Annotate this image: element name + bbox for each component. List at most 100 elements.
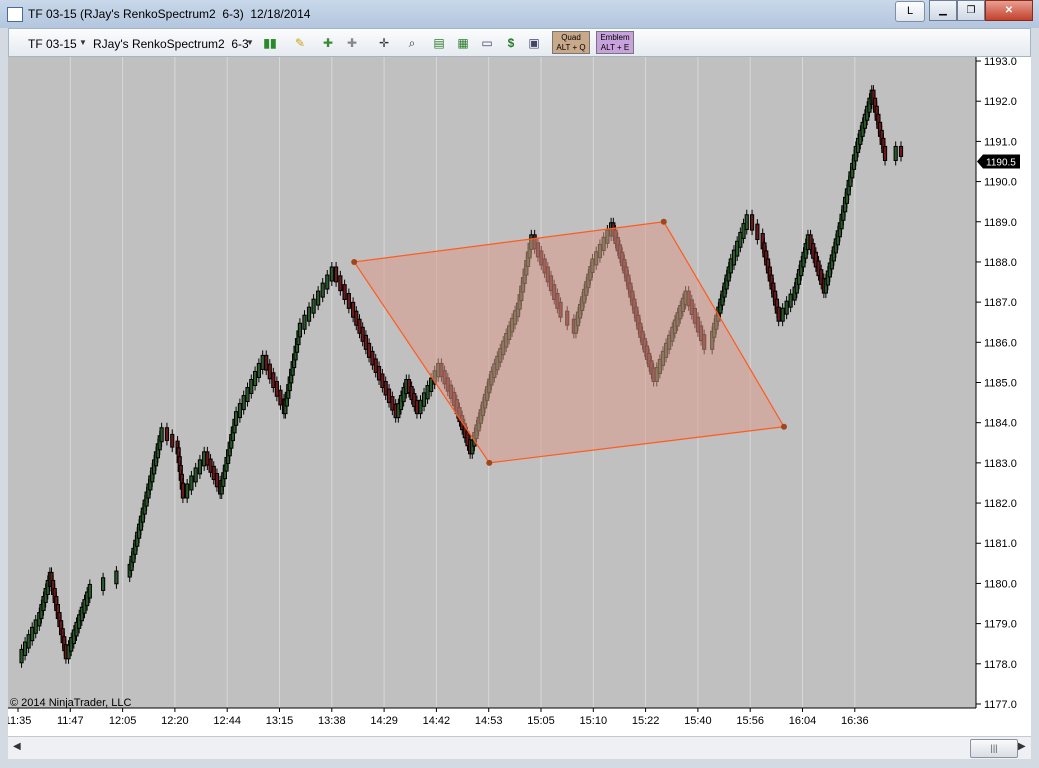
bar-up <box>306 306 312 322</box>
bar-up <box>245 387 250 403</box>
x-tick-label: 11:35 <box>8 715 31 727</box>
emblem-button[interactable]: Emblem ALT + E <box>596 31 634 54</box>
bar-up <box>302 314 307 330</box>
bar-up <box>159 427 164 443</box>
bar-down <box>414 400 420 415</box>
bar-up <box>325 274 330 290</box>
quad-anchor-point[interactable] <box>660 218 667 225</box>
pin-gray-icon[interactable]: ✚ <box>345 36 359 50</box>
indicator-icon[interactable]: ▦ <box>456 36 470 50</box>
bar-up <box>421 392 427 407</box>
x-tick-label: 15:05 <box>527 715 555 727</box>
chart-icon[interactable]: ▭ <box>480 36 494 50</box>
quad-anchor-point[interactable] <box>351 258 358 265</box>
bar-up <box>311 298 316 314</box>
y-tick-label: 1184.0 <box>984 418 1017 430</box>
y-tick-label: 1193.0 <box>984 57 1017 68</box>
pin-icon[interactable]: ✚ <box>321 36 335 50</box>
bar-up <box>744 214 749 231</box>
properties-icon[interactable]: ▣ <box>527 36 541 50</box>
bar-up <box>30 626 35 642</box>
x-tick-label: 16:04 <box>789 715 817 727</box>
scroll-thumb[interactable]: ||| <box>970 739 1018 758</box>
zoom-icon[interactable]: ⌕ <box>405 36 419 50</box>
horizontal-scrollbar[interactable]: ◀ ||| ▶ <box>8 736 1031 759</box>
scroll-left-icon[interactable]: ◀ <box>13 741 21 752</box>
bar-down <box>267 363 272 380</box>
quad-anchor-point[interactable] <box>486 459 493 466</box>
bar-down <box>342 284 347 301</box>
price-chart[interactable]: 1193.0 1192.0 1191.0 1190.0 1189.0 1188.0 1187… <box>8 57 1031 736</box>
bar-up <box>256 362 261 378</box>
bar-down <box>164 427 170 441</box>
bar-up <box>316 290 321 306</box>
x-tick-label: 15:22 <box>632 715 660 727</box>
y-tick-label: 1188.0 <box>984 257 1017 269</box>
bar-up <box>329 266 334 282</box>
bar-down <box>898 145 904 157</box>
minimize-icon[interactable]: ▁ <box>929 0 957 21</box>
y-tick-label: 1192.0 <box>984 96 1017 108</box>
bar-down <box>776 306 781 322</box>
bar-down <box>338 275 343 292</box>
emblem-shortcut: ALT + E <box>600 43 630 52</box>
chart-type-selector[interactable]: RJay's RenkoSpectrum2 6-3 <box>93 37 249 51</box>
bar-up <box>114 570 119 585</box>
chevron-down-icon[interactable]: ▼ <box>76 36 90 50</box>
bar-up <box>780 307 785 322</box>
x-tick-label: 12:05 <box>109 715 137 727</box>
bar-down <box>376 365 382 381</box>
x-tick-label: 16:36 <box>841 715 869 727</box>
link-button[interactable]: L <box>895 1 925 22</box>
pencil-icon[interactable]: ✎ <box>293 36 307 50</box>
app-icon <box>7 7 23 22</box>
bar-up <box>22 641 28 656</box>
bar-up <box>252 370 258 386</box>
bar-down <box>278 389 283 406</box>
y-tick-label: 1191.0 <box>984 136 1017 148</box>
y-tick-label: 1182.0 <box>984 498 1017 510</box>
bar-up <box>101 577 106 591</box>
chart-toolbar: TF 03-15 ▼ RJay's RenkoSpectrum2 6-3 ▼ ▮… <box>8 28 1031 57</box>
y-tick-label: 1177.0 <box>984 699 1017 711</box>
bar-down <box>380 373 385 389</box>
x-tick-label: 11:47 <box>57 715 84 727</box>
bar-up <box>788 293 793 308</box>
candlestick-icon[interactable]: ▮▮ <box>263 36 277 50</box>
chevron-down-icon[interactable]: ▼ <box>243 36 257 50</box>
crosshair-icon[interactable]: ✛ <box>377 36 391 50</box>
scroll-right-icon[interactable]: ▶ <box>1018 741 1026 752</box>
quad-button[interactable]: Quad ALT + Q <box>552 31 590 54</box>
bar-up <box>429 377 434 393</box>
x-tick-label: 14:29 <box>370 715 398 727</box>
bar-up <box>189 475 194 491</box>
bar-up <box>185 483 190 499</box>
dollar-icon[interactable]: $ <box>504 36 518 50</box>
x-tick-label: 12:44 <box>213 715 241 727</box>
quad-anchor-point[interactable] <box>780 423 787 430</box>
bar-down <box>386 388 392 404</box>
bar-up <box>19 648 24 664</box>
x-tick-label: 13:38 <box>318 715 346 727</box>
bar-down <box>170 433 175 448</box>
y-tick-label: 1181.0 <box>984 538 1017 550</box>
strategy-icon[interactable]: ▤ <box>432 36 446 50</box>
bar-up <box>249 379 254 395</box>
instrument-selector[interactable]: TF 03-15 <box>28 37 77 51</box>
bar-up <box>26 634 31 649</box>
y-tick-label: 1178.0 <box>984 659 1017 671</box>
y-tick-label: 1183.0 <box>984 458 1017 470</box>
y-tick-label: 1179.0 <box>984 619 1017 631</box>
bar-down <box>383 381 388 396</box>
bar-up <box>425 385 430 400</box>
bar-up <box>241 395 246 411</box>
bar-up <box>260 354 265 370</box>
restore-icon[interactable]: ❐ <box>957 0 985 21</box>
bar-up <box>197 459 203 475</box>
emblem-label: Emblem <box>600 33 630 42</box>
quad-shortcut: ALT + Q <box>556 43 586 52</box>
x-tick-label: 15:40 <box>684 715 712 727</box>
close-icon[interactable]: ✕ <box>985 0 1033 21</box>
bar-up <box>87 583 92 599</box>
quad-label: Quad <box>561 33 581 42</box>
